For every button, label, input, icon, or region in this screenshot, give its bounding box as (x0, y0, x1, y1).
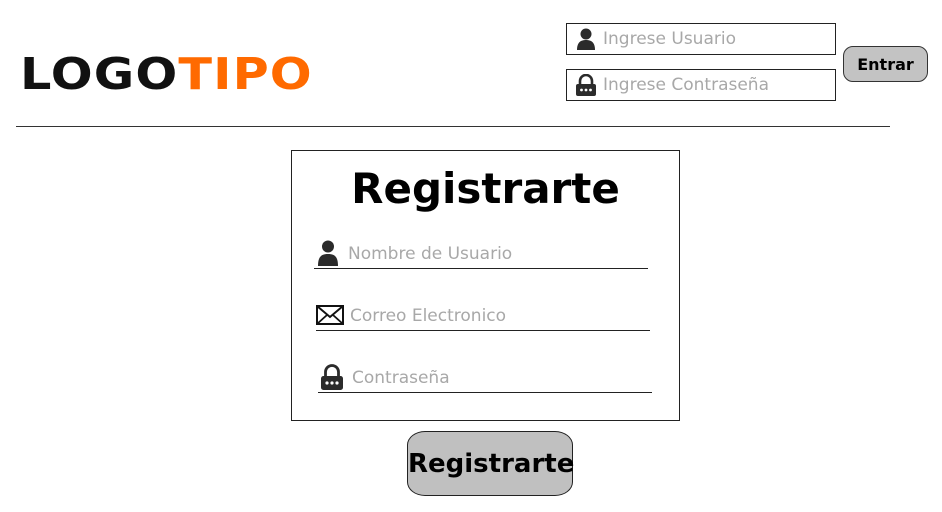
login-password-field[interactable] (566, 69, 836, 101)
login-username-input[interactable] (603, 29, 823, 49)
user-icon (314, 240, 342, 266)
envelope-icon (316, 302, 344, 328)
register-email-field[interactable] (316, 299, 650, 331)
register-username-field[interactable] (314, 237, 648, 269)
register-title: Registrarte (351, 164, 620, 213)
login-username-field[interactable] (566, 23, 836, 55)
logo: LOGOTIPO (20, 50, 313, 100)
register-password-field[interactable] (318, 361, 652, 393)
logo-text-dark: LOGO (20, 49, 179, 100)
register-button[interactable]: Registrarte (407, 431, 574, 496)
login-button[interactable]: Entrar (843, 46, 928, 82)
lock-icon (575, 74, 597, 96)
register-email-input[interactable] (350, 304, 650, 328)
logo-text-orange: TIPO (178, 49, 313, 100)
header-divider (16, 126, 890, 127)
register-card: Registrarte (291, 150, 680, 421)
login-password-input[interactable] (603, 75, 823, 95)
user-icon (575, 28, 597, 50)
register-username-input[interactable] (348, 242, 648, 266)
register-password-input[interactable] (352, 366, 652, 390)
lock-icon (318, 364, 346, 390)
